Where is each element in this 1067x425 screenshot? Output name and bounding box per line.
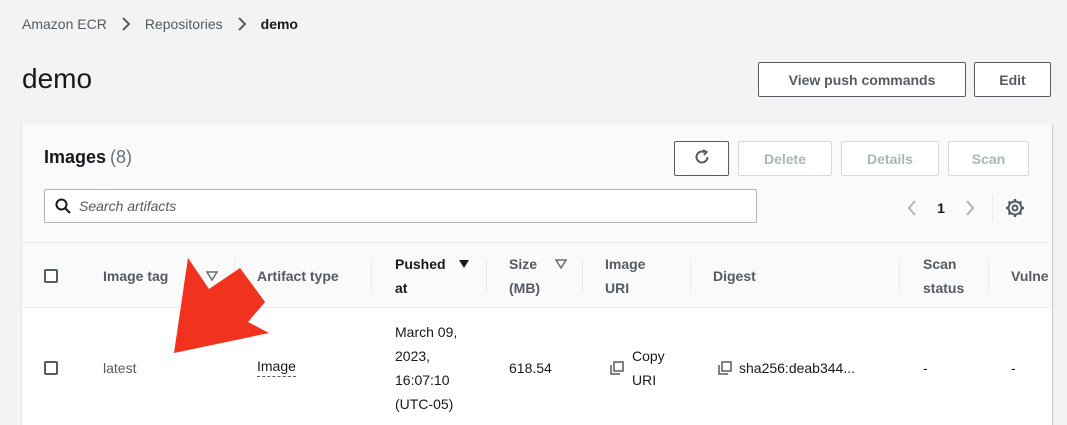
images-panel: Images(8) Delete Details Scan 1 — [22, 124, 1052, 425]
column-vulnerabilities[interactable]: Vulne — [1011, 243, 1049, 309]
sort-descending-icon[interactable] — [458, 231, 470, 297]
column-divider — [899, 259, 900, 293]
search-icon — [55, 198, 71, 214]
digest-cell[interactable]: sha256:deab344... — [718, 356, 855, 380]
column-image-tag-label: Image tag — [103, 268, 169, 284]
column-image-uri: Image URI — [605, 243, 645, 309]
column-size[interactable]: Size (MB) — [509, 243, 540, 309]
select-all-checkbox[interactable] — [44, 269, 58, 283]
column-scan-status-label: status — [923, 280, 965, 296]
images-panel-header: Images(8) Delete Details Scan 1 — [22, 124, 1052, 242]
chevron-right-icon — [121, 17, 131, 31]
copy-uri-button[interactable]: Copy URI — [610, 344, 665, 392]
column-divider — [486, 259, 487, 293]
chevron-right-icon — [237, 17, 247, 31]
details-button[interactable]: Details — [841, 141, 939, 176]
sort-icon[interactable] — [555, 231, 567, 297]
column-artifact-type-label: Artifact type — [257, 268, 339, 284]
pushed-at-line: (UTC-05) — [395, 396, 454, 412]
page-title: demo — [22, 63, 93, 94]
column-image-uri-label: URI — [605, 280, 630, 296]
column-pushed-at[interactable]: Pushed at — [395, 243, 446, 309]
pushed-at-line: 16:07:10 — [395, 372, 450, 388]
next-page-icon[interactable] — [958, 196, 982, 220]
previous-page-icon[interactable] — [900, 196, 924, 220]
breadcrumb-current: demo — [260, 16, 298, 32]
column-vulnerabilities-label: Vulne — [1011, 268, 1049, 284]
table-header: Image tag Artifact type Pushed at Size (… — [22, 242, 1052, 308]
page-number[interactable]: 1 — [924, 200, 958, 216]
refresh-button[interactable] — [674, 141, 729, 176]
copy-uri-label: Copy — [632, 348, 665, 364]
column-artifact-type[interactable]: Artifact type — [257, 243, 339, 309]
column-image-uri-label: Image — [605, 256, 646, 272]
scan-button[interactable]: Scan — [948, 141, 1029, 176]
images-title: Images (8) — [44, 147, 132, 168]
images-title-label: Images — [44, 147, 107, 167]
column-divider — [988, 259, 989, 293]
search-input[interactable] — [79, 198, 719, 214]
pushed-at-line: 2023, — [395, 348, 431, 364]
column-divider — [234, 259, 235, 293]
pushed-at-line: March 09, — [395, 324, 458, 340]
column-size-label: Size — [509, 256, 538, 272]
copy-icon — [610, 361, 624, 375]
column-scan-status-label: Scan — [923, 256, 957, 272]
row-checkbox[interactable] — [44, 361, 58, 375]
size-cell: 618.54 — [509, 360, 552, 376]
copy-icon — [718, 361, 732, 375]
digest-value: sha256:deab344... — [739, 360, 855, 376]
column-divider — [690, 259, 691, 293]
images-count: (8) — [110, 147, 133, 167]
artifact-type-cell[interactable]: Image — [257, 356, 296, 377]
sort-icon[interactable] — [206, 243, 218, 309]
column-divider — [582, 259, 583, 293]
breadcrumb: Amazon ECR Repositories demo — [22, 14, 298, 34]
column-pushed-at-label: at — [395, 280, 408, 296]
table-row: latest Image March 09, 2023, 16:07:10 (U… — [22, 308, 1052, 425]
gear-icon[interactable] — [1003, 196, 1027, 220]
divider — [992, 194, 993, 222]
view-push-commands-button[interactable]: View push commands — [758, 62, 966, 97]
column-scan-status[interactable]: Scan status — [923, 243, 964, 309]
pagination: 1 — [900, 194, 1027, 222]
copy-uri-label: URI — [632, 372, 657, 388]
header-actions: View push commands Edit — [758, 62, 1051, 97]
scan-status-cell: - — [923, 360, 928, 376]
vulnerabilities-cell: - — [1011, 360, 1016, 376]
column-size-label: (MB) — [509, 280, 541, 296]
column-pushed-at-label: Pushed — [395, 256, 446, 272]
edit-button[interactable]: Edit — [974, 62, 1051, 97]
delete-button[interactable]: Delete — [738, 141, 832, 176]
column-divider — [371, 259, 372, 293]
search-box — [44, 189, 757, 223]
breadcrumb-repositories[interactable]: Repositories — [145, 16, 223, 32]
image-tag-cell: latest — [103, 360, 137, 376]
pushed-at-cell: March 09, 2023, 16:07:10 (UTC-05) — [395, 320, 457, 416]
breadcrumb-amazon-ecr[interactable]: Amazon ECR — [22, 16, 107, 32]
refresh-icon — [693, 148, 711, 169]
column-image-tag[interactable]: Image tag — [103, 243, 168, 309]
column-digest-label: Digest — [713, 268, 756, 284]
column-digest: Digest — [713, 243, 756, 309]
